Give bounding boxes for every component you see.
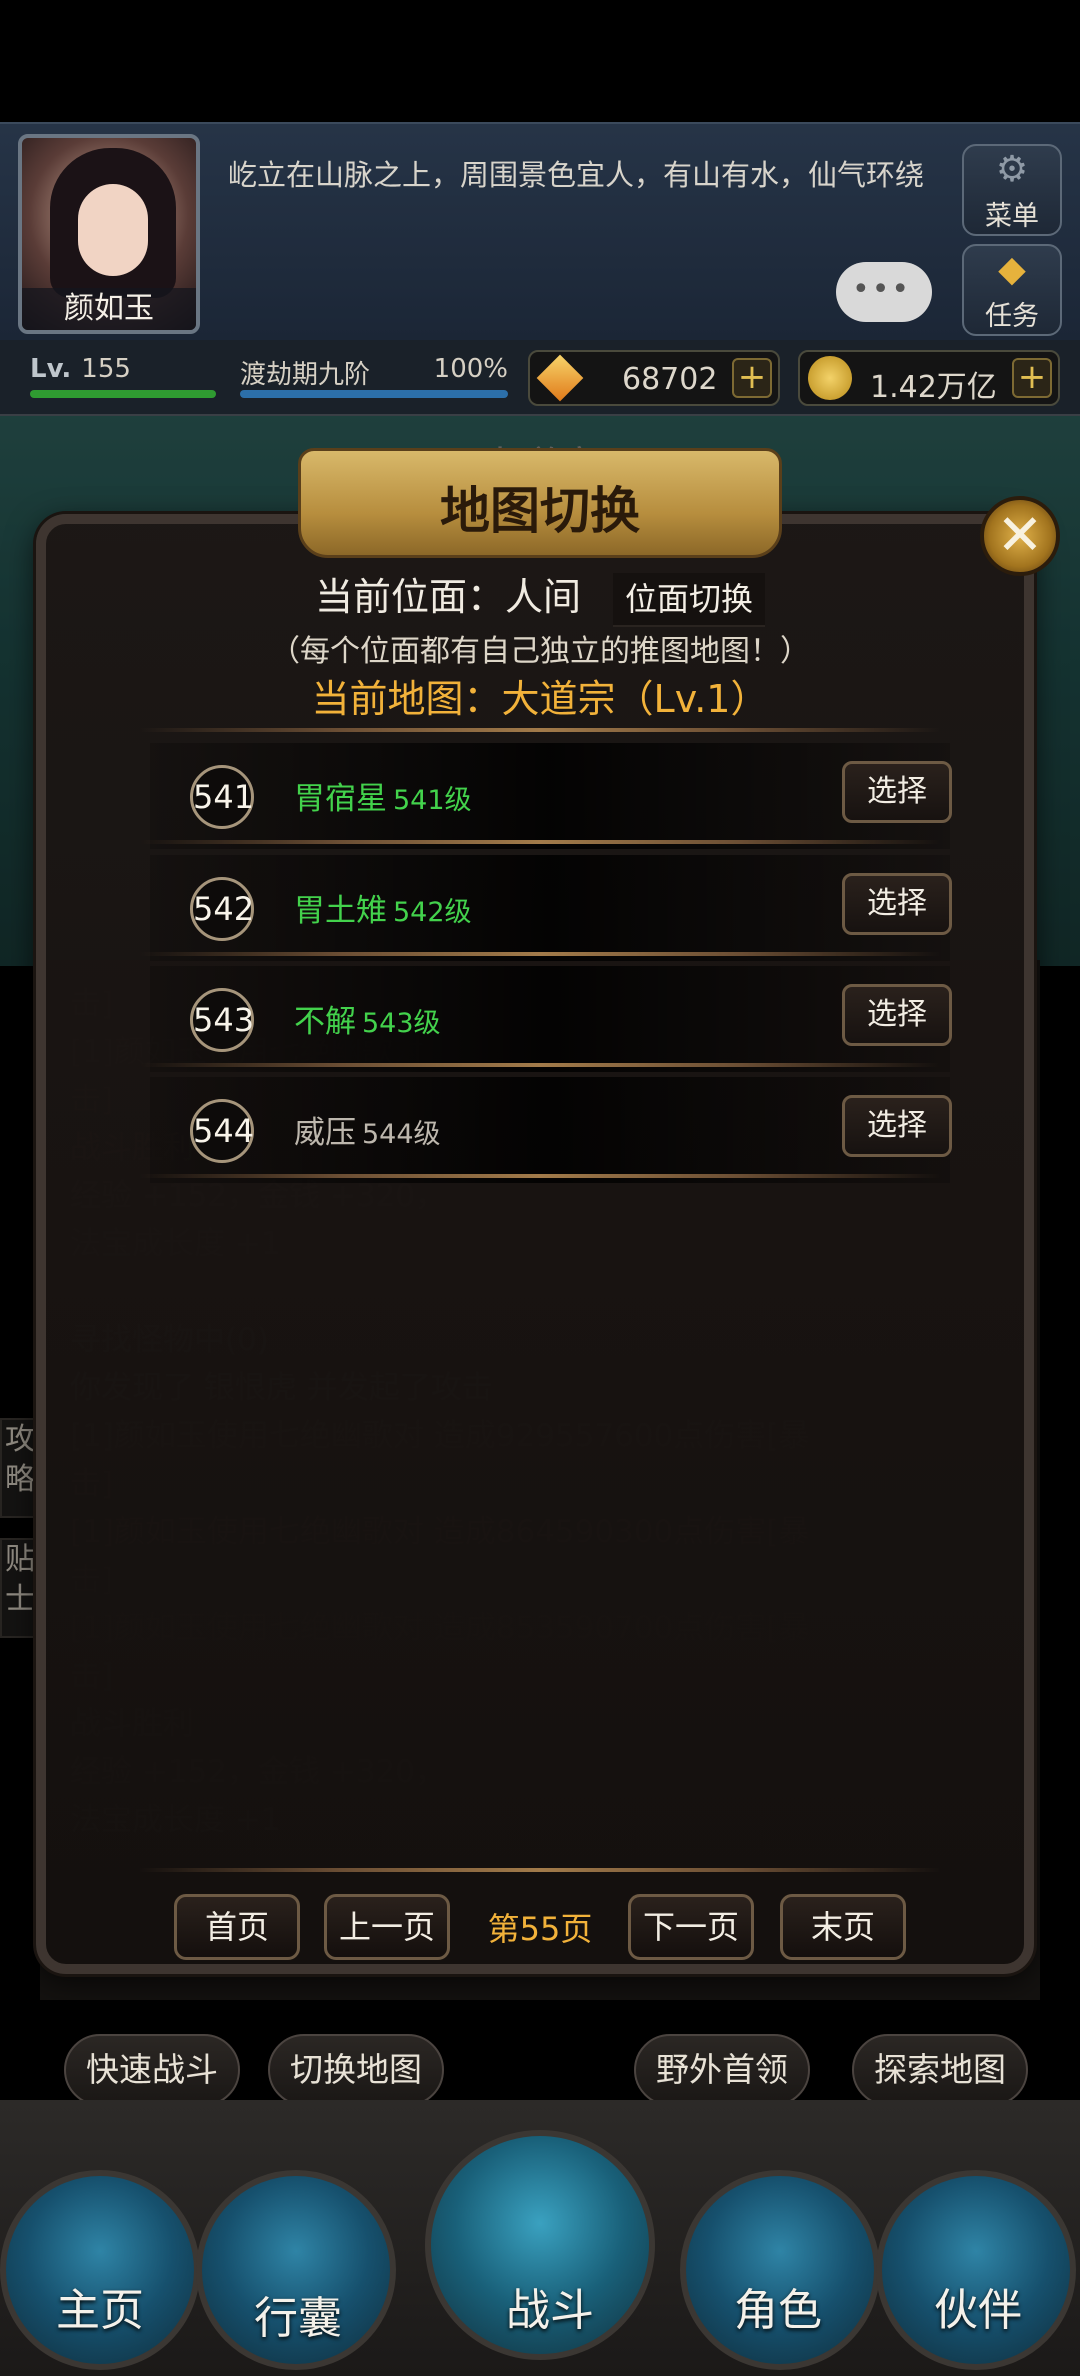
map-name-text: 威压 <box>294 1115 356 1151</box>
realm-name: 渡劫期九阶 <box>240 360 371 390</box>
realm-progress: 100% <box>433 354 508 384</box>
gold-counter: 1.42万亿 + <box>798 350 1060 406</box>
map-switch-dialog <box>36 514 1034 1974</box>
gem-counter: 68702 + <box>528 350 780 406</box>
map-level: 541级 <box>393 785 472 816</box>
chat-bubble-icon[interactable] <box>836 262 932 322</box>
divider <box>140 840 940 844</box>
dialog-title: 地图切换 <box>440 482 640 540</box>
task-button[interactable]: ◆ 任务 <box>962 244 1062 336</box>
first-page-button[interactable]: 首页 <box>174 1894 300 1960</box>
map-level: 542级 <box>393 897 472 928</box>
add-gem-button[interactable]: + <box>732 358 772 398</box>
realm-progress-bar <box>240 390 508 398</box>
map-list-item: 544 威压 544级 选择 <box>150 1077 952 1183</box>
wild-boss-button[interactable]: 野外首领 <box>634 2034 810 2106</box>
player-header: 颜如玉 屹立在山脉之上，周围景色宜人，有山有水，仙气环绕 ⚙ 菜单 ◆ 任务 <box>0 122 1080 340</box>
nav-bag-label: 行囊 <box>254 2293 342 2344</box>
map-list-item: 542 胃土雉 542级 选择 <box>150 855 952 961</box>
nav-character-label: 角色 <box>734 2285 822 2336</box>
close-icon: ✕ <box>996 503 1044 568</box>
gear-icon: ⚙ <box>995 149 1029 190</box>
current-page: 第55页 <box>487 1910 593 1948</box>
nav-home-label: 主页 <box>56 2285 144 2336</box>
nav-partner[interactable] <box>876 2170 1076 2370</box>
plane-switch-button[interactable]: 位面切换 <box>613 573 766 627</box>
select-button[interactable]: 选择 <box>842 1095 952 1157</box>
menu-label: 菜单 <box>985 201 1039 232</box>
plane-note: （每个位面都有自己独立的推图地图！） <box>270 634 810 669</box>
level-value: 155 <box>81 354 131 384</box>
map-name: 不解 543级 <box>294 996 441 1041</box>
dialog-title-banner: 地图切换 <box>298 448 782 558</box>
status-bar <box>0 0 1080 122</box>
map-name: 胃宿星 541级 <box>294 773 472 818</box>
map-level: 543级 <box>362 1008 441 1039</box>
level-label: Lv. <box>30 354 72 384</box>
map-number: 541 <box>190 765 254 829</box>
switch-map-button[interactable]: 切换地图 <box>268 2034 444 2106</box>
map-name-text: 不解 <box>294 1004 356 1040</box>
map-number: 544 <box>190 1099 254 1163</box>
diamond-icon: ◆ <box>998 249 1026 290</box>
map-list-item: 543 不解 543级 选择 <box>150 966 952 1072</box>
prev-page-button[interactable]: 上一页 <box>324 1894 450 1960</box>
nav-partner-label: 伙伴 <box>934 2285 1022 2336</box>
current-plane-label: 当前位面：人间 <box>314 575 581 619</box>
select-button[interactable]: 选择 <box>842 761 952 823</box>
gold-value: 1.42万亿 <box>870 370 997 405</box>
divider <box>140 1868 940 1872</box>
last-page-button[interactable]: 末页 <box>780 1894 906 1960</box>
player-name: 颜如玉 <box>22 288 196 330</box>
quick-battle-button[interactable]: 快速战斗 <box>64 2034 240 2106</box>
explore-map-button[interactable]: 探索地图 <box>852 2034 1028 2106</box>
player-level: Lv. 155 <box>30 354 131 384</box>
map-list-item: 541 胃宿星 541级 选择 <box>150 743 952 849</box>
next-page-button[interactable]: 下一页 <box>628 1894 754 1960</box>
resource-bar: Lv. 155 渡劫期九阶 100% 68702 + 1.42万亿 + <box>0 340 1080 416</box>
map-name: 威压 544级 <box>294 1107 441 1152</box>
select-button[interactable]: 选择 <box>842 984 952 1046</box>
map-name-text: 胃土雉 <box>294 893 387 929</box>
nav-home[interactable] <box>0 2170 200 2370</box>
select-button[interactable]: 选择 <box>842 873 952 935</box>
location-description: 屹立在山脉之上，周围景色宜人，有山有水，仙气环绕 <box>228 158 925 192</box>
close-button[interactable]: ✕ <box>980 496 1060 576</box>
coin-icon <box>808 356 852 400</box>
divider <box>140 1063 940 1067</box>
pagination: 首页 上一页 第55页 下一页 末页 <box>0 1894 1080 1960</box>
task-label: 任务 <box>985 301 1039 332</box>
menu-button[interactable]: ⚙ 菜单 <box>962 144 1062 236</box>
nav-character[interactable] <box>680 2170 880 2370</box>
current-plane: 当前位面：人间 位面切换 <box>0 566 1080 627</box>
divider <box>140 728 940 732</box>
gem-icon <box>536 354 584 402</box>
map-number: 542 <box>190 877 254 941</box>
nav-battle-label: 战斗 <box>506 2285 594 2336</box>
gem-value: 68702 <box>622 362 718 397</box>
player-avatar[interactable]: 颜如玉 <box>18 134 200 334</box>
map-name-text: 胃宿星 <box>294 781 387 817</box>
current-map: 当前地图：大道宗（Lv.1） <box>311 677 769 721</box>
map-name: 胃土雉 542级 <box>294 885 472 930</box>
avatar-face <box>78 184 148 276</box>
level-progress-bar <box>30 390 216 398</box>
realm-info: 渡劫期九阶 100% <box>240 354 508 391</box>
divider <box>140 952 940 956</box>
add-gold-button[interactable]: + <box>1012 358 1052 398</box>
map-level: 544级 <box>362 1119 441 1150</box>
map-number: 543 <box>190 988 254 1052</box>
divider <box>140 1174 940 1178</box>
